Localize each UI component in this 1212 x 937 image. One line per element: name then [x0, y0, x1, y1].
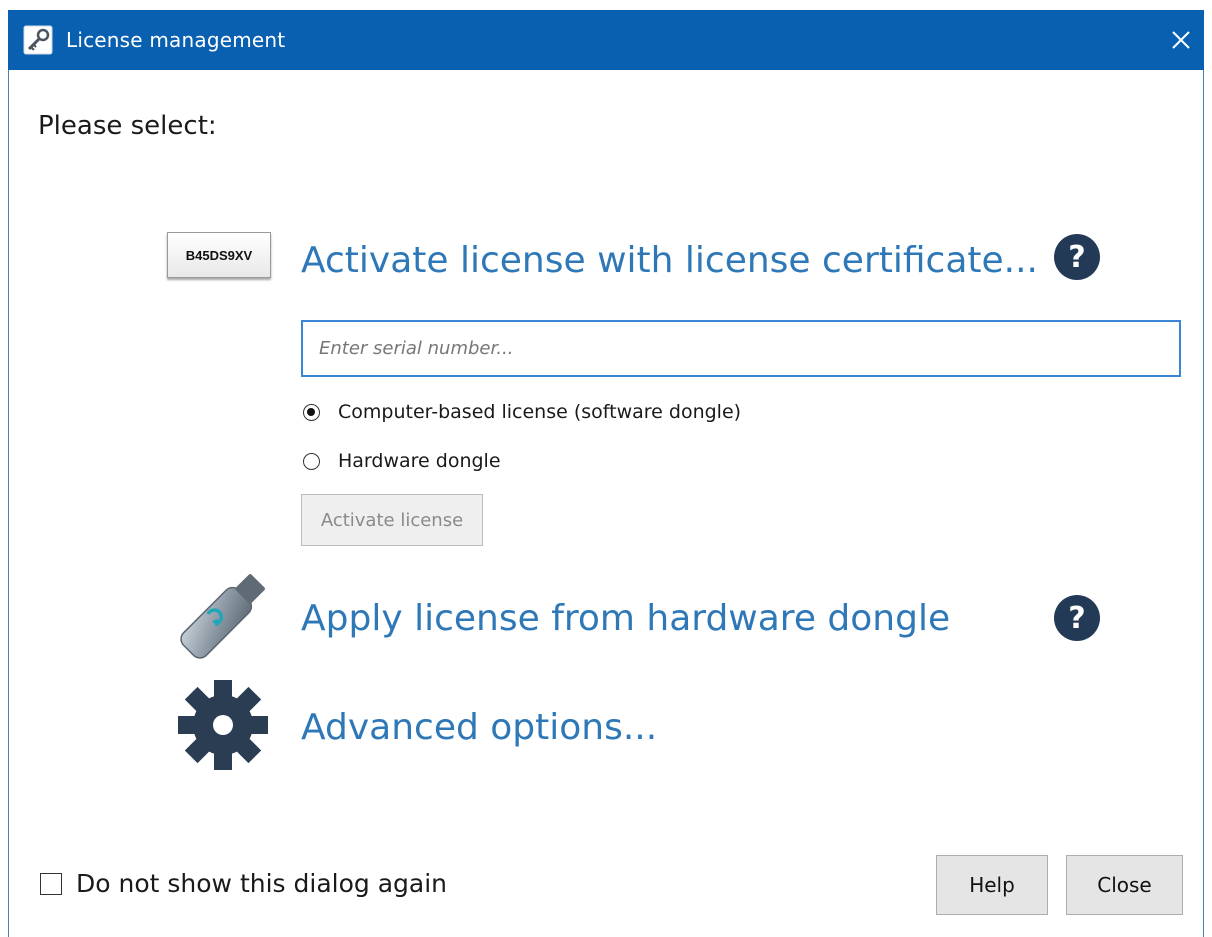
usb-dongle-icon	[172, 566, 276, 664]
radio-hardware-dongle[interactable]: Hardware dongle	[303, 450, 501, 472]
advanced-options-link[interactable]: Advanced options...	[301, 706, 657, 750]
close-button[interactable]: Close	[1066, 855, 1183, 915]
dont-show-again-checkbox[interactable]: Do not show this dialog again	[40, 869, 447, 898]
apply-license-from-dongle-link[interactable]: Apply license from hardware dongle	[301, 597, 950, 641]
dont-show-again-box	[40, 872, 62, 895]
radio-software-dongle[interactable]: Computer-based license (software dongle)	[303, 401, 741, 423]
close-icon[interactable]	[1158, 10, 1204, 70]
window-title: License management	[66, 28, 286, 52]
dont-show-again-label: Do not show this dialog again	[76, 869, 447, 898]
dongle-help-icon[interactable]: ?	[1054, 595, 1100, 641]
dialog-window	[8, 10, 1204, 937]
certificate-serial-text: B45DS9XV	[185, 247, 253, 263]
help-button[interactable]: Help	[936, 855, 1048, 915]
title-bar: License management	[8, 10, 1204, 70]
radio-software-dongle-indicator	[303, 403, 320, 421]
serial-number-input[interactable]	[301, 320, 1181, 377]
radio-hardware-dongle-indicator	[303, 452, 320, 470]
certificate-help-icon[interactable]: ?	[1054, 234, 1100, 280]
certificate-icon: B45DS9XV	[167, 232, 271, 278]
key-icon	[23, 25, 53, 55]
activate-with-certificate-link[interactable]: Activate license with license certificat…	[301, 239, 1038, 283]
radio-software-dongle-label: Computer-based license (software dongle)	[338, 401, 742, 423]
radio-hardware-dongle-label: Hardware dongle	[338, 450, 501, 472]
page-title: Please select:	[38, 111, 217, 141]
activate-license-button[interactable]: Activate license	[301, 494, 483, 546]
gear-icon	[176, 678, 270, 772]
